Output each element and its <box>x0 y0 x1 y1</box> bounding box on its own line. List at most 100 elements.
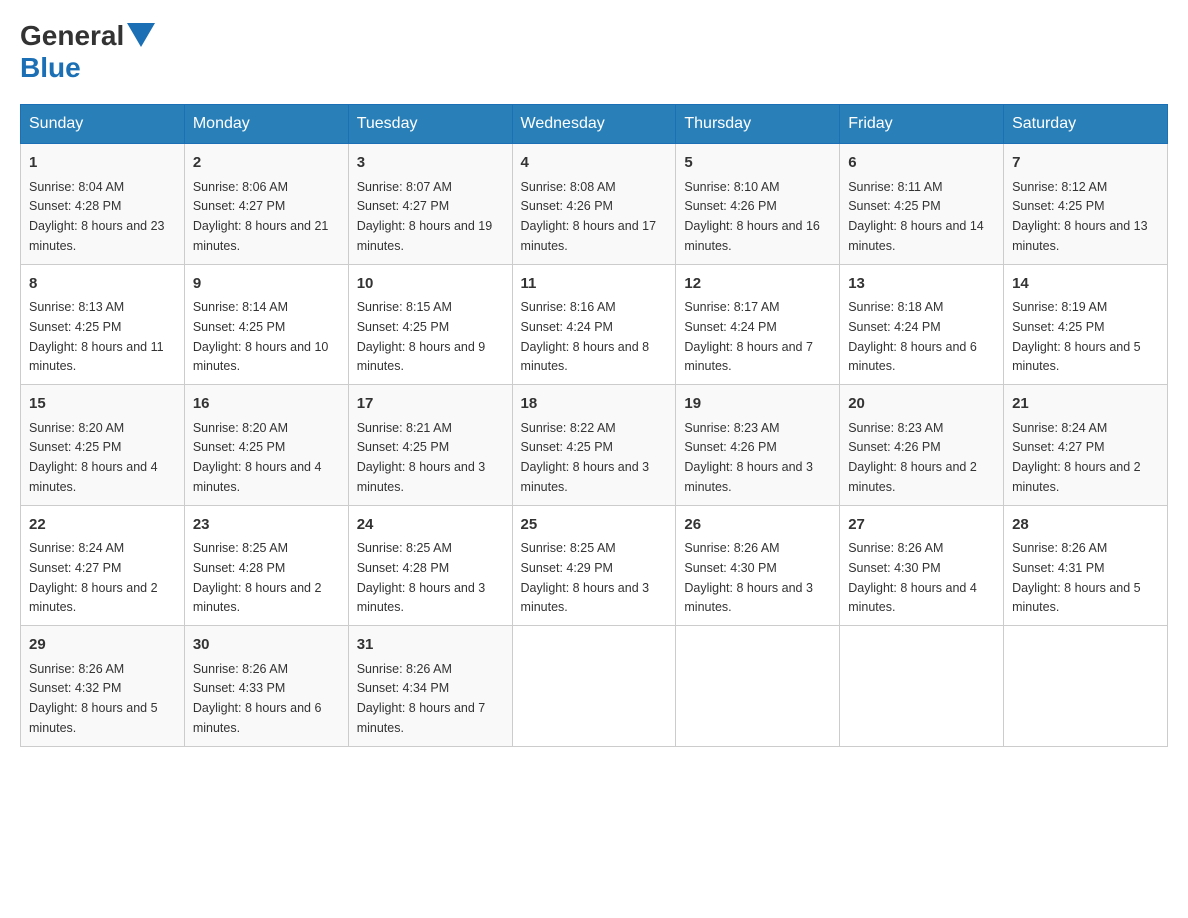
day-number: 25 <box>521 514 668 537</box>
sunset-info: Sunset: 4:25 PM <box>1012 320 1104 334</box>
calendar-cell: 6 Sunrise: 8:11 AM Sunset: 4:25 PM Dayli… <box>840 144 1004 265</box>
day-number: 28 <box>1012 514 1159 537</box>
sunset-info: Sunset: 4:27 PM <box>193 199 285 213</box>
page-header: General Blue <box>20 20 1168 84</box>
daylight-info: Daylight: 8 hours and 5 minutes. <box>29 701 158 735</box>
calendar-cell: 11 Sunrise: 8:16 AM Sunset: 4:24 PM Dayl… <box>512 264 676 385</box>
day-number: 8 <box>29 273 176 296</box>
day-number: 30 <box>193 634 340 657</box>
calendar-cell: 2 Sunrise: 8:06 AM Sunset: 4:27 PM Dayli… <box>184 144 348 265</box>
daylight-info: Daylight: 8 hours and 4 minutes. <box>848 581 977 615</box>
day-number: 4 <box>521 152 668 175</box>
sunrise-info: Sunrise: 8:19 AM <box>1012 300 1107 314</box>
day-number: 3 <box>357 152 504 175</box>
logo-general-text: General <box>20 20 124 52</box>
sunrise-info: Sunrise: 8:23 AM <box>684 421 779 435</box>
sunrise-info: Sunrise: 8:16 AM <box>521 300 616 314</box>
calendar-cell: 27 Sunrise: 8:26 AM Sunset: 4:30 PM Dayl… <box>840 505 1004 626</box>
daylight-info: Daylight: 8 hours and 3 minutes. <box>357 460 486 494</box>
header-wednesday: Wednesday <box>512 105 676 144</box>
calendar-cell <box>1004 626 1168 747</box>
day-number: 22 <box>29 514 176 537</box>
sunset-info: Sunset: 4:27 PM <box>29 561 121 575</box>
day-number: 5 <box>684 152 831 175</box>
day-number: 16 <box>193 393 340 416</box>
daylight-info: Daylight: 8 hours and 3 minutes. <box>521 581 650 615</box>
calendar-cell: 8 Sunrise: 8:13 AM Sunset: 4:25 PM Dayli… <box>21 264 185 385</box>
sunset-info: Sunset: 4:26 PM <box>521 199 613 213</box>
week-row-2: 8 Sunrise: 8:13 AM Sunset: 4:25 PM Dayli… <box>21 264 1168 385</box>
day-number: 11 <box>521 273 668 296</box>
day-number: 7 <box>1012 152 1159 175</box>
sunset-info: Sunset: 4:30 PM <box>684 561 776 575</box>
sunrise-info: Sunrise: 8:26 AM <box>848 541 943 555</box>
calendar-cell: 22 Sunrise: 8:24 AM Sunset: 4:27 PM Dayl… <box>21 505 185 626</box>
sunrise-info: Sunrise: 8:11 AM <box>848 180 942 194</box>
calendar-cell: 20 Sunrise: 8:23 AM Sunset: 4:26 PM Dayl… <box>840 385 1004 506</box>
daylight-info: Daylight: 8 hours and 21 minutes. <box>193 219 329 253</box>
daylight-info: Daylight: 8 hours and 8 minutes. <box>521 340 650 374</box>
sunrise-info: Sunrise: 8:13 AM <box>29 300 124 314</box>
calendar-cell: 30 Sunrise: 8:26 AM Sunset: 4:33 PM Dayl… <box>184 626 348 747</box>
daylight-info: Daylight: 8 hours and 3 minutes. <box>357 581 486 615</box>
daylight-info: Daylight: 8 hours and 19 minutes. <box>357 219 493 253</box>
day-number: 24 <box>357 514 504 537</box>
sunrise-info: Sunrise: 8:07 AM <box>357 180 452 194</box>
sunset-info: Sunset: 4:26 PM <box>848 440 940 454</box>
header-thursday: Thursday <box>676 105 840 144</box>
sunrise-info: Sunrise: 8:25 AM <box>193 541 288 555</box>
sunrise-info: Sunrise: 8:04 AM <box>29 180 124 194</box>
sunrise-info: Sunrise: 8:24 AM <box>1012 421 1107 435</box>
calendar-cell: 25 Sunrise: 8:25 AM Sunset: 4:29 PM Dayl… <box>512 505 676 626</box>
day-number: 13 <box>848 273 995 296</box>
calendar-cell <box>512 626 676 747</box>
week-row-4: 22 Sunrise: 8:24 AM Sunset: 4:27 PM Dayl… <box>21 505 1168 626</box>
day-number: 10 <box>357 273 504 296</box>
sunset-info: Sunset: 4:25 PM <box>357 320 449 334</box>
calendar-cell: 17 Sunrise: 8:21 AM Sunset: 4:25 PM Dayl… <box>348 385 512 506</box>
daylight-info: Daylight: 8 hours and 2 minutes. <box>29 581 158 615</box>
sunrise-info: Sunrise: 8:06 AM <box>193 180 288 194</box>
sunset-info: Sunset: 4:27 PM <box>1012 440 1104 454</box>
calendar-cell: 4 Sunrise: 8:08 AM Sunset: 4:26 PM Dayli… <box>512 144 676 265</box>
day-number: 18 <box>521 393 668 416</box>
header-tuesday: Tuesday <box>348 105 512 144</box>
sunset-info: Sunset: 4:25 PM <box>521 440 613 454</box>
sunrise-info: Sunrise: 8:18 AM <box>848 300 943 314</box>
calendar-cell: 26 Sunrise: 8:26 AM Sunset: 4:30 PM Dayl… <box>676 505 840 626</box>
calendar-cell: 7 Sunrise: 8:12 AM Sunset: 4:25 PM Dayli… <box>1004 144 1168 265</box>
sunrise-info: Sunrise: 8:21 AM <box>357 421 452 435</box>
week-row-5: 29 Sunrise: 8:26 AM Sunset: 4:32 PM Dayl… <box>21 626 1168 747</box>
sunset-info: Sunset: 4:24 PM <box>521 320 613 334</box>
week-row-1: 1 Sunrise: 8:04 AM Sunset: 4:28 PM Dayli… <box>21 144 1168 265</box>
sunset-info: Sunset: 4:34 PM <box>357 681 449 695</box>
sunset-info: Sunset: 4:25 PM <box>357 440 449 454</box>
daylight-info: Daylight: 8 hours and 7 minutes. <box>357 701 486 735</box>
sunrise-info: Sunrise: 8:20 AM <box>29 421 124 435</box>
daylight-info: Daylight: 8 hours and 3 minutes. <box>684 460 813 494</box>
sunset-info: Sunset: 4:25 PM <box>1012 199 1104 213</box>
daylight-info: Daylight: 8 hours and 4 minutes. <box>29 460 158 494</box>
sunrise-info: Sunrise: 8:25 AM <box>521 541 616 555</box>
day-number: 29 <box>29 634 176 657</box>
day-number: 9 <box>193 273 340 296</box>
daylight-info: Daylight: 8 hours and 4 minutes. <box>193 460 322 494</box>
calendar-cell: 28 Sunrise: 8:26 AM Sunset: 4:31 PM Dayl… <box>1004 505 1168 626</box>
day-number: 31 <box>357 634 504 657</box>
sunrise-info: Sunrise: 8:26 AM <box>193 662 288 676</box>
header-friday: Friday <box>840 105 1004 144</box>
day-number: 27 <box>848 514 995 537</box>
daylight-info: Daylight: 8 hours and 14 minutes. <box>848 219 984 253</box>
day-number: 2 <box>193 152 340 175</box>
daylight-info: Daylight: 8 hours and 16 minutes. <box>684 219 820 253</box>
sunset-info: Sunset: 4:31 PM <box>1012 561 1104 575</box>
daylight-info: Daylight: 8 hours and 5 minutes. <box>1012 581 1141 615</box>
header-sunday: Sunday <box>21 105 185 144</box>
calendar-cell: 10 Sunrise: 8:15 AM Sunset: 4:25 PM Dayl… <box>348 264 512 385</box>
sunrise-info: Sunrise: 8:08 AM <box>521 180 616 194</box>
sunrise-info: Sunrise: 8:26 AM <box>684 541 779 555</box>
calendar-cell: 23 Sunrise: 8:25 AM Sunset: 4:28 PM Dayl… <box>184 505 348 626</box>
calendar-cell: 16 Sunrise: 8:20 AM Sunset: 4:25 PM Dayl… <box>184 385 348 506</box>
day-number: 17 <box>357 393 504 416</box>
sunrise-info: Sunrise: 8:15 AM <box>357 300 452 314</box>
